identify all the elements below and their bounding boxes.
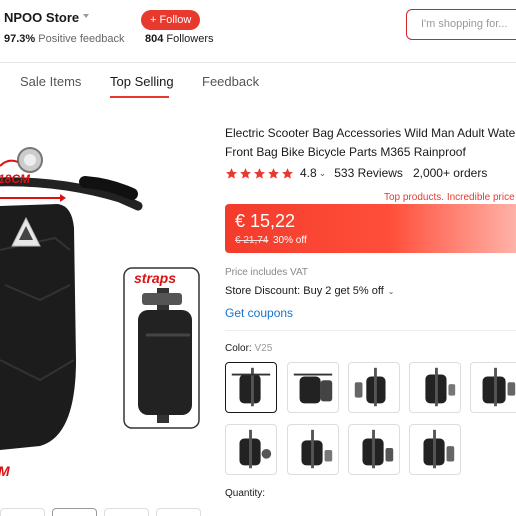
bag-thumbnail-icon bbox=[231, 367, 271, 407]
positive-feedback: 97.3% Positive feedback bbox=[4, 33, 125, 45]
color-option[interactable] bbox=[348, 424, 400, 475]
color-option[interactable] bbox=[470, 362, 516, 413]
product-title: Electric Scooter Bag Accessories Wild Ma… bbox=[225, 126, 516, 159]
color-option[interactable] bbox=[225, 362, 277, 413]
rating-row: 4.8 ⌄ 533 Reviews 2,000+ orders bbox=[225, 166, 487, 180]
straps-label: straps bbox=[134, 270, 176, 286]
tab-feedback[interactable]: Feedback bbox=[202, 74, 259, 89]
discount-percent: 30% off bbox=[273, 235, 307, 246]
follow-button[interactable]: + Follow bbox=[141, 10, 201, 30]
store-discount[interactable]: Store Discount: Buy 2 get 5% off ⌄ bbox=[225, 285, 394, 297]
bag-thumbnail-icon bbox=[362, 429, 394, 469]
color-option[interactable] bbox=[287, 362, 339, 413]
quantity-label: Quantity: bbox=[225, 488, 266, 499]
scooter-bag-image: 18CM M straps bbox=[0, 147, 200, 479]
rating-stars bbox=[225, 167, 294, 180]
promo-text: Top products. Incredible price bbox=[384, 192, 515, 203]
measure-label: 18CM bbox=[0, 172, 31, 186]
header-divider bbox=[0, 62, 516, 63]
star-icon bbox=[254, 167, 265, 179]
thumbnail-item[interactable] bbox=[52, 508, 97, 516]
thumbnail-item[interactable] bbox=[156, 508, 201, 516]
tab-top-selling[interactable]: Top Selling bbox=[110, 74, 174, 89]
color-option[interactable] bbox=[409, 362, 461, 413]
current-price: € 15,22 bbox=[235, 211, 296, 231]
vat-note: Price includes VAT bbox=[225, 267, 308, 278]
star-icon bbox=[268, 167, 279, 179]
color-label: Color: V25 bbox=[225, 343, 273, 354]
color-option[interactable] bbox=[225, 424, 277, 475]
thumbnail-item[interactable] bbox=[0, 508, 45, 516]
orders-count: 2,000+ orders bbox=[412, 166, 488, 180]
chevron-down-icon bbox=[83, 13, 90, 18]
rating-value: 4.8 bbox=[300, 166, 317, 180]
bag-thumbnail-icon bbox=[301, 429, 333, 469]
bag-thumbnail-icon bbox=[425, 367, 456, 407]
active-tab-indicator bbox=[110, 96, 169, 98]
bottom-measure-label: M bbox=[0, 463, 10, 479]
star-icon bbox=[240, 167, 251, 179]
bag-thumbnail-icon bbox=[293, 373, 333, 404]
thumbnail-strip bbox=[0, 508, 201, 516]
original-price: € 21,74 bbox=[235, 235, 269, 246]
followers-count: 804 Followers bbox=[145, 33, 214, 45]
chevron-down-icon[interactable]: ⌄ bbox=[319, 168, 327, 179]
color-option[interactable] bbox=[409, 424, 461, 475]
store-name[interactable]: NPOO Store bbox=[4, 10, 90, 25]
bag-thumbnail-icon bbox=[423, 429, 455, 469]
star-icon bbox=[226, 167, 237, 179]
thumbnail-item[interactable] bbox=[104, 508, 149, 516]
bag-thumbnail-icon bbox=[239, 429, 272, 469]
product-main-image[interactable]: 18CM M straps bbox=[0, 110, 215, 516]
bag-thumbnail-icon bbox=[482, 367, 516, 407]
chevron-down-icon: ⌄ bbox=[387, 286, 395, 296]
star-icon bbox=[282, 167, 293, 179]
bag-thumbnail-icon bbox=[354, 367, 386, 407]
section-divider bbox=[225, 330, 516, 331]
search-input[interactable]: I'm shopping for... bbox=[406, 9, 516, 40]
get-coupons-link[interactable]: Get coupons bbox=[225, 306, 293, 320]
tab-sale-items[interactable]: Sale Items bbox=[20, 74, 81, 89]
color-option[interactable] bbox=[287, 424, 339, 475]
reviews-count[interactable]: 533 Reviews bbox=[334, 166, 403, 180]
color-option[interactable] bbox=[348, 362, 400, 413]
price-banner: € 15,22 € 21,74 30% off bbox=[225, 204, 516, 253]
